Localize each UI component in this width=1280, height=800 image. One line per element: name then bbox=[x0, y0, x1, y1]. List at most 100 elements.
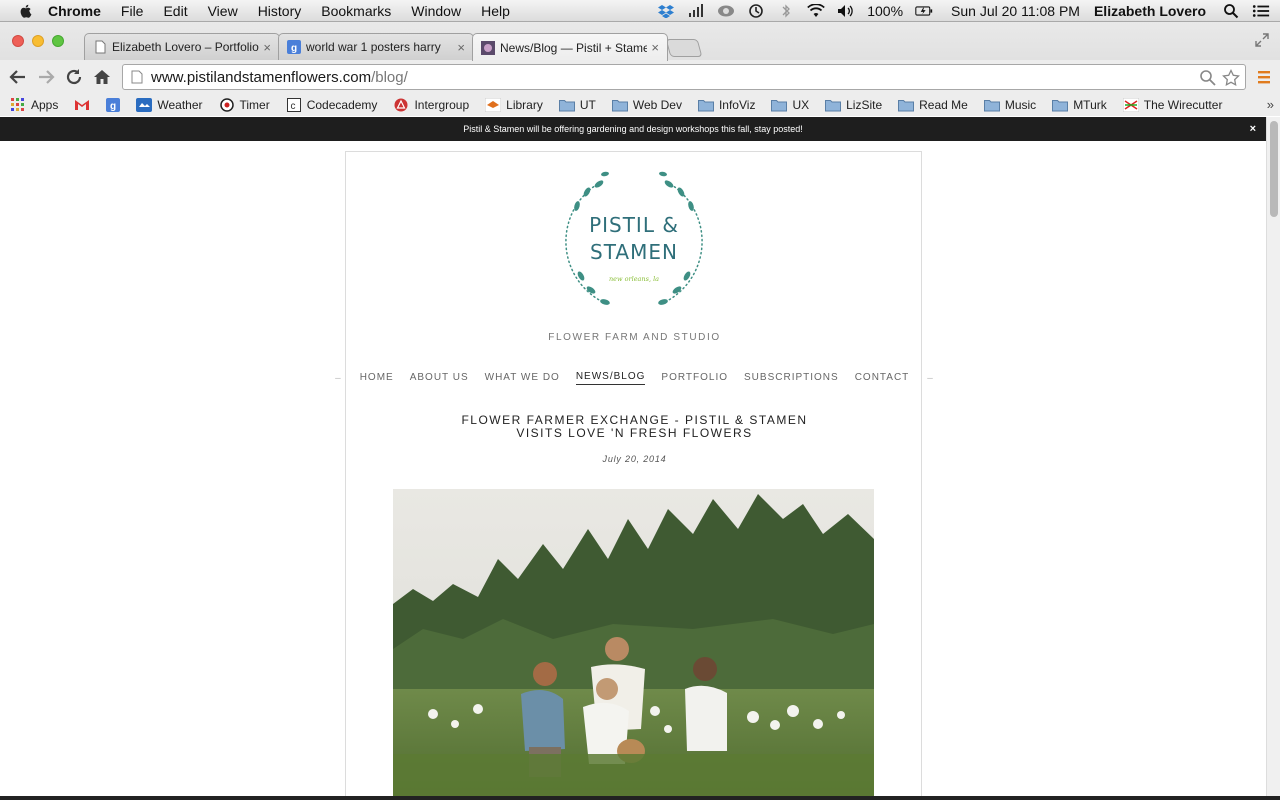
tab-close-button[interactable]: × bbox=[263, 40, 271, 55]
clock[interactable]: Sun Jul 20 11:08 PM bbox=[951, 3, 1080, 19]
dropbox-icon[interactable] bbox=[657, 3, 675, 19]
svg-text:g: g bbox=[291, 43, 297, 54]
bookmark-weather[interactable]: Weather bbox=[136, 98, 203, 112]
bookmark-label: Music bbox=[1004, 98, 1037, 112]
fullscreen-icon[interactable] bbox=[1254, 32, 1270, 48]
zoom-window-button[interactable] bbox=[52, 35, 64, 47]
bookmark-folder-ux[interactable]: UX bbox=[771, 98, 809, 112]
post-featured-photo[interactable] bbox=[393, 489, 874, 796]
tab-portfolio[interactable]: Elizabeth Lovero – Portfolio × bbox=[84, 33, 280, 60]
bookmark-folder-web-dev[interactable]: Web Dev bbox=[611, 98, 682, 112]
chrome-menu-icon[interactable] bbox=[1256, 69, 1272, 85]
nav-subscriptions[interactable]: SUBSCRIPTIONS bbox=[744, 372, 839, 385]
volume-icon[interactable] bbox=[837, 3, 855, 19]
reload-button[interactable] bbox=[64, 67, 84, 87]
tab-close-button[interactable]: × bbox=[651, 40, 659, 55]
address-bar[interactable]: www.pistilandstamenflowers.com/blog/ bbox=[122, 64, 1246, 90]
menu-edit[interactable]: Edit bbox=[163, 3, 187, 19]
post-title[interactable]: FLOWER FARMER EXCHANGE - PISTIL & STAMEN… bbox=[346, 414, 923, 440]
home-button[interactable] bbox=[92, 67, 112, 87]
bookmark-label: LizSite bbox=[846, 98, 883, 112]
folder-icon bbox=[611, 98, 628, 112]
battery-icon[interactable] bbox=[915, 3, 933, 19]
bookmark-google-plus[interactable]: g bbox=[105, 98, 126, 112]
apps-grid-icon bbox=[10, 98, 26, 112]
battery-percent[interactable]: 100% bbox=[867, 3, 903, 19]
bookmark-label: Timer bbox=[239, 98, 270, 112]
post-title-line-2: VISITS LOVE 'N FRESH FLOWERS bbox=[516, 426, 753, 440]
announcement-close-button[interactable]: × bbox=[1250, 123, 1256, 135]
menu-bookmarks[interactable]: Bookmarks bbox=[321, 3, 391, 19]
page-info-icon[interactable] bbox=[131, 70, 143, 84]
site-tagline: FLOWER FARM AND STUDIO bbox=[548, 332, 721, 343]
page-scrollbar[interactable] bbox=[1266, 117, 1280, 796]
bookmark-codecademy[interactable]: c Codecademy bbox=[286, 98, 377, 112]
bookmark-folder-music[interactable]: Music bbox=[983, 98, 1037, 112]
site-content-card: PISTIL & STAMEN new orleans, la FLOWER F… bbox=[335, 151, 933, 796]
menu-window[interactable]: Window bbox=[411, 3, 461, 19]
address-url[interactable]: www.pistilandstamenflowers.com/blog/ bbox=[151, 69, 408, 86]
menu-history[interactable]: History bbox=[258, 3, 302, 19]
nav-divider: – bbox=[927, 372, 934, 384]
search-icon[interactable] bbox=[1199, 69, 1217, 87]
wifi-icon[interactable] bbox=[807, 3, 826, 19]
close-window-button[interactable] bbox=[12, 35, 24, 47]
logo-line-2: STAMEN bbox=[590, 240, 678, 264]
nav-what-we-do[interactable]: WHAT WE DO bbox=[485, 372, 560, 385]
tab-title: world war 1 posters harry bbox=[306, 40, 441, 54]
bookmark-timer[interactable]: Timer bbox=[219, 98, 270, 112]
bookmark-folder-infoviz[interactable]: InfoViz bbox=[697, 98, 755, 112]
site-navigation: – HOME ABOUT US WHAT WE DO NEWS/BLOG POR… bbox=[335, 370, 933, 386]
tab-news-blog[interactable]: News/Blog — Pistil + Stamen × bbox=[472, 33, 668, 61]
bookmark-label: UT bbox=[579, 98, 596, 112]
pistil-stamen-logo[interactable]: PISTIL & STAMEN new orleans, la bbox=[559, 164, 709, 319]
nav-contact[interactable]: CONTACT bbox=[855, 372, 910, 385]
time-machine-icon[interactable] bbox=[747, 3, 765, 19]
apple-logo-icon[interactable] bbox=[18, 3, 34, 19]
menu-help[interactable]: Help bbox=[481, 3, 510, 19]
bookmarks-bar: Apps g Weather Timer c Codecademy Interg… bbox=[0, 94, 1280, 116]
bookmark-folder-read-me[interactable]: Read Me bbox=[898, 98, 968, 112]
new-tab-button[interactable] bbox=[665, 39, 703, 57]
bookmark-folder-mturk[interactable]: MTurk bbox=[1052, 98, 1107, 112]
menu-view[interactable]: View bbox=[208, 3, 238, 19]
signal-icon[interactable] bbox=[687, 3, 705, 19]
folder-icon bbox=[1052, 98, 1069, 112]
menu-file[interactable]: File bbox=[121, 3, 144, 19]
folder-icon bbox=[558, 98, 575, 112]
tab-google-search[interactable]: g world war 1 posters harry × bbox=[278, 33, 474, 60]
folder-icon bbox=[771, 98, 788, 112]
logo-location: new orleans, la bbox=[609, 275, 659, 283]
tab-close-button[interactable]: × bbox=[457, 40, 465, 55]
bookmark-gmail[interactable] bbox=[74, 98, 95, 112]
notification-center-icon[interactable] bbox=[1252, 3, 1270, 19]
folder-icon bbox=[898, 98, 915, 112]
menu-app-chrome[interactable]: Chrome bbox=[48, 3, 101, 19]
bookmark-folder-ut[interactable]: UT bbox=[558, 98, 596, 112]
timer-icon bbox=[219, 98, 235, 112]
scrollbar-thumb[interactable] bbox=[1270, 121, 1278, 217]
bookmark-intergroup[interactable]: Intergroup bbox=[393, 98, 469, 112]
bookmarks-overflow-button[interactable]: » bbox=[1267, 97, 1274, 112]
bookmark-apps[interactable]: Apps bbox=[10, 98, 58, 112]
nav-home[interactable]: HOME bbox=[360, 372, 394, 385]
nav-news-blog[interactable]: NEWS/BLOG bbox=[575, 371, 646, 385]
bookmark-wirecutter[interactable]: The Wirecutter bbox=[1122, 98, 1222, 112]
bluetooth-icon[interactable] bbox=[777, 3, 795, 19]
bookmark-library[interactable]: Library bbox=[485, 98, 543, 112]
bookmark-label: Read Me bbox=[919, 98, 968, 112]
nav-portfolio[interactable]: PORTFOLIO bbox=[661, 372, 728, 385]
minimize-window-button[interactable] bbox=[32, 35, 44, 47]
nav-about-us[interactable]: ABOUT US bbox=[410, 372, 469, 385]
forward-button[interactable] bbox=[36, 67, 56, 87]
spotlight-search-icon[interactable] bbox=[1222, 3, 1240, 19]
logo-line-1: PISTIL & bbox=[589, 213, 679, 237]
gmail-icon bbox=[74, 98, 90, 112]
library-icon bbox=[485, 98, 502, 112]
tab-title: News/Blog — Pistil + Stamen bbox=[500, 40, 648, 55]
bookmark-star-icon[interactable] bbox=[1222, 69, 1240, 87]
back-button[interactable] bbox=[8, 67, 28, 87]
bookmark-folder-lizsite[interactable]: LizSite bbox=[825, 98, 882, 112]
user-name[interactable]: Elizabeth Lovero bbox=[1094, 3, 1206, 19]
sync-cloud-icon[interactable] bbox=[717, 3, 735, 19]
